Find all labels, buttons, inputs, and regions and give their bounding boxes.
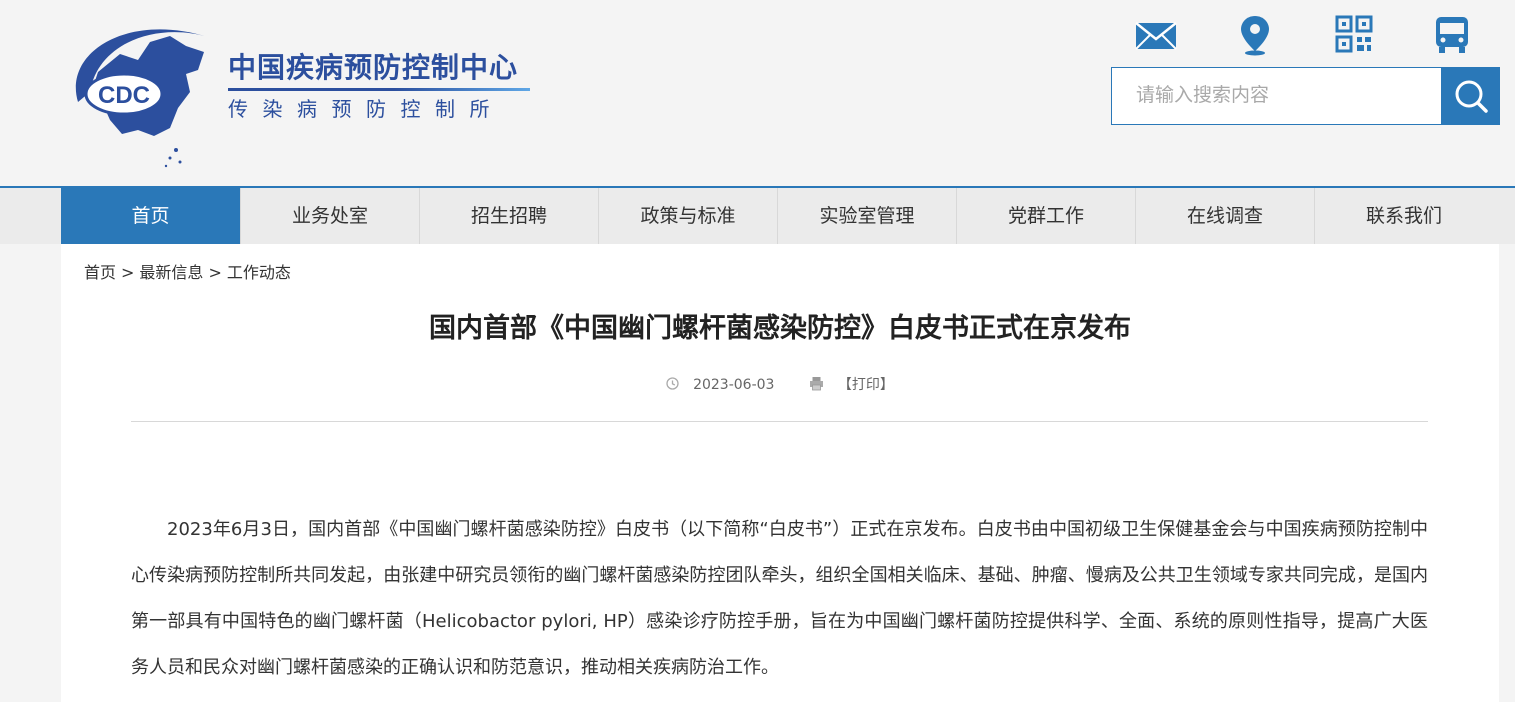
breadcrumb: 首页 > 最新信息 > 工作动态	[84, 259, 291, 283]
bus-icon[interactable]	[1430, 14, 1474, 56]
breadcrumb-home[interactable]: 首页	[84, 263, 116, 282]
nav-item-home[interactable]: 首页	[61, 188, 240, 244]
printer-icon[interactable]	[809, 376, 824, 395]
nav-item-departments[interactable]: 业务处室	[240, 188, 419, 244]
org-subtitle: 传染病预防控制所	[228, 97, 504, 121]
nav-item-survey[interactable]: 在线调查	[1135, 188, 1314, 244]
search-icon	[1455, 80, 1488, 113]
title-divider	[131, 421, 1428, 422]
search-button[interactable]	[1441, 67, 1500, 125]
clock-icon	[666, 376, 679, 394]
top-icon-bar	[1134, 14, 1474, 56]
article-paragraph: 2023年6月3日，国内首部《中国幽门螺杆菌感染防控》白皮书（以下简称“白皮书”…	[131, 519, 1428, 678]
nav-item-party-work[interactable]: 党群工作	[956, 188, 1135, 244]
org-names: 中国疾病预防控制中心 传染病预防控制所	[228, 50, 530, 125]
nav-item-recruitment[interactable]: 招生招聘	[419, 188, 598, 244]
site-header: CDC 中国疾病预防控制中心 传染病预防控制所	[0, 0, 1515, 188]
article-title: 国内首部《中国幽门螺杆菌感染防控》白皮书正式在京发布	[429, 313, 1131, 344]
cdc-logo[interactable]: CDC	[58, 12, 218, 172]
location-icon[interactable]	[1233, 14, 1277, 56]
nav-item-contact[interactable]: 联系我们	[1314, 188, 1493, 244]
breadcrumb-latest[interactable]: 最新信息	[139, 263, 203, 282]
article-container: 首页 > 最新信息 > 工作动态 国内首部《中国幽门螺杆菌感染防控》白皮书正式在京发布 …	[61, 244, 1499, 702]
article-body: 2023年6月3日，国内首部《中国幽门螺杆菌感染防控》白皮书（以下简称“白皮书”…	[131, 507, 1428, 691]
qrcode-icon[interactable]	[1332, 14, 1376, 56]
mail-icon[interactable]	[1134, 14, 1178, 56]
breadcrumb-separator: >	[121, 263, 135, 282]
publish-date: 2023-06-03	[693, 377, 775, 393]
article-meta: 2023-06-03 【打印】	[61, 374, 1499, 395]
main-nav: 首页 业务处室 招生招聘 政策与标准 实验室管理 党群工作 在线调查 联系我们	[0, 188, 1515, 244]
breadcrumb-separator: >	[208, 263, 222, 282]
logo-text: CDC	[98, 82, 150, 109]
nav-item-policy[interactable]: 政策与标准	[598, 188, 777, 244]
search-box	[1111, 67, 1443, 125]
breadcrumb-work-news[interactable]: 工作动态	[227, 263, 291, 282]
org-name: 中国疾病预防控制中心	[228, 51, 519, 84]
search-input[interactable]	[1112, 68, 1436, 122]
org-divider	[228, 88, 530, 91]
nav-item-lab-management[interactable]: 实验室管理	[777, 188, 956, 244]
print-link[interactable]: 【打印】	[838, 377, 894, 393]
